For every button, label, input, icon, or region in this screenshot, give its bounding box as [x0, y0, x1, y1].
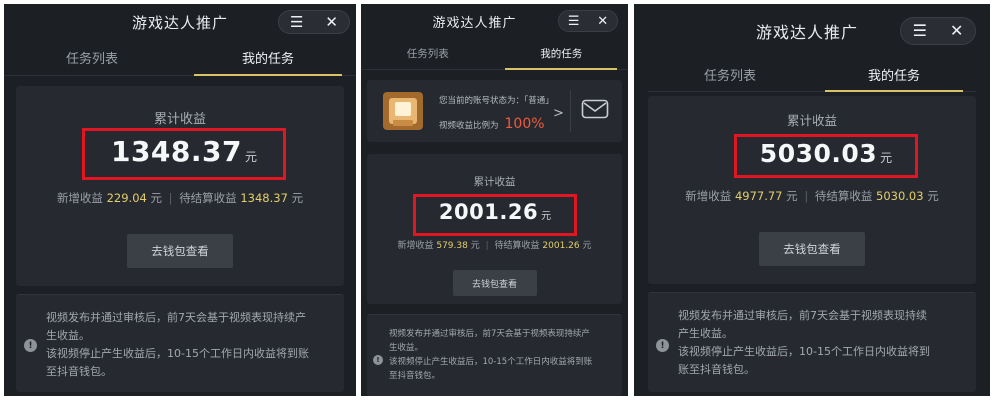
screenshot-panel-3: 游戏达人推广 ☰ ✕ 任务列表 我的任务 累计收益 5030.03 元 新增收益… — [634, 4, 990, 396]
account-status-text: 您当前的账号状态为：「普通」 — [439, 96, 554, 106]
header: 游戏达人推广 ☰ ✕ — [4, 4, 356, 40]
amount-highlight-box: 1348.37 元 — [82, 128, 286, 180]
notice-line: 视频发布并通过审核后，前7天会基于视频表现持续 — [678, 309, 927, 322]
total-amount: 5030.03 — [759, 139, 878, 168]
notice-card: ! 视频发布并通过审核后，前7天会基于视频表现持续产 生收益。 该视频停止产生收… — [16, 294, 344, 392]
earnings-stats: 新增收益 579.38 元 | 待结算收益 2001.26 元 — [367, 238, 622, 251]
trophy-badge-icon — [383, 92, 423, 130]
view-wallet-button[interactable]: 去钱包查看 — [452, 270, 537, 296]
page-title: 游戏达人推广 — [131, 13, 228, 32]
earnings-card: 累计收益 1348.37 元 新增收益 229.04 元 | 待结算收益 134… — [16, 86, 344, 286]
pending-earnings-label: 待结算收益 — [494, 241, 540, 251]
page-title: 游戏达人推广 — [432, 15, 517, 31]
earnings-stats: 新增收益 229.04 元 | 待结算收益 1348.37 元 — [16, 190, 344, 206]
close-icon[interactable]: ✕ — [950, 23, 963, 39]
pending-earnings-value: 5030.03 — [876, 189, 924, 203]
screenshot-panel-1: 游戏达人推广 ☰ ✕ 任务列表 我的任务 累计收益 1348.37 元 新增收益… — [4, 4, 356, 396]
notice-line: 该视频停止产生收益后，10-15个工作日内收益将到账 — [46, 347, 309, 360]
divider: | — [485, 241, 489, 251]
pending-earnings-value: 2001.26 — [542, 241, 580, 251]
notice-card: ! 视频发布并通过审核后，前7天会基于视频表现持续产 生收益。 该视频停止产生收… — [367, 314, 622, 396]
view-wallet-button[interactable]: 去钱包查看 — [759, 232, 865, 266]
account-status-card: 您当前的账号状态为：「普通」 视频收益比例为 100% > — [367, 80, 622, 142]
amount-unit: 元 — [245, 150, 258, 164]
new-earnings-value: 4977.77 — [734, 189, 783, 203]
new-earnings-label: 新增收益 — [397, 241, 434, 251]
earnings-label: 累计收益 — [153, 112, 206, 127]
amount-highlight-box: 2001.26 元 — [413, 194, 577, 236]
tab-my-tasks[interactable]: 我的任务 — [812, 58, 976, 92]
menu-icon[interactable]: ☰ — [290, 14, 303, 30]
notice-line: 视频发布并通过审核后，前7天会基于视频表现持续产 — [46, 311, 306, 324]
tab-task-list[interactable]: 任务列表 — [648, 58, 812, 91]
menu-icon[interactable]: ☰ — [913, 23, 927, 39]
notice-line: 视频发布并通过审核后，前7天会基于视频表现持续产 — [389, 329, 590, 339]
notice-line: 生收益。 — [389, 343, 424, 353]
info-icon: ! — [373, 355, 383, 365]
close-icon[interactable]: ✕ — [597, 15, 608, 28]
tab-bar: 任务列表 我的任务 — [361, 38, 628, 70]
header: 游戏达人推广 ☰ ✕ — [361, 4, 628, 38]
tab-task-list[interactable]: 任务列表 — [4, 40, 180, 75]
notice-line: 至抖音钱包。 — [46, 365, 112, 378]
notice-text: 视频发布并通过审核后，前7天会基于视频表现持续产 生收益。 该视频停止产生收益后… — [389, 327, 616, 383]
new-earnings-unit: 元 — [150, 191, 163, 205]
info-icon: ! — [656, 339, 669, 352]
pending-earnings-unit: 元 — [927, 189, 939, 203]
ratio-value: 100% — [504, 116, 545, 132]
chevron-right-icon[interactable]: > — [553, 106, 564, 121]
mail-icon[interactable] — [581, 99, 609, 119]
page-title: 游戏达人推广 — [755, 23, 858, 42]
ratio-label: 视频收益比例为 — [439, 121, 499, 131]
new-earnings-unit: 元 — [470, 241, 480, 251]
notice-line: 该视频停止产生收益后，10-15个工作日内收益将到账 — [389, 357, 593, 367]
notice-text: 视频发布并通过审核后，前7天会基于视频表现持续产 生收益。 该视频停止产生收益后… — [46, 309, 336, 381]
header-controls: ☰ ✕ — [900, 17, 976, 45]
view-wallet-button[interactable]: 去钱包查看 — [127, 234, 233, 268]
header-controls: ☰ ✕ — [278, 10, 350, 34]
tab-my-tasks[interactable]: 我的任务 — [180, 40, 356, 76]
pending-earnings-value: 1348.37 — [240, 191, 288, 205]
earnings-stats: 新增收益 4977.77 元 | 待结算收益 5030.03 元 — [648, 188, 976, 204]
total-amount: 1348.37 — [110, 135, 242, 168]
screenshot-panel-2: 游戏达人推广 ☰ ✕ 任务列表 我的任务 您当前的账号状态为：「普通」 视频收益… — [361, 4, 628, 396]
pending-earnings-unit: 元 — [291, 191, 304, 205]
notice-line: 账至抖音钱包。 — [678, 363, 755, 376]
total-amount: 2001.26 — [438, 200, 539, 224]
amount-unit: 元 — [541, 211, 552, 222]
revenue-ratio: 视频收益比例为 100% — [439, 116, 545, 132]
new-earnings-label: 新增收益 — [685, 189, 732, 203]
new-earnings-label: 新增收益 — [56, 191, 103, 205]
amount-unit: 元 — [880, 151, 893, 165]
notice-line: 产生收益。 — [678, 327, 733, 340]
info-icon: ! — [24, 339, 37, 352]
amount-highlight-box: 5030.03 元 — [734, 134, 918, 178]
notice-text: 视频发布并通过审核后，前7天会基于视频表现持续 产生收益。 该视频停止产生收益后… — [678, 307, 968, 379]
earnings-card: 累计收益 2001.26 元 新增收益 579.38 元 | 待结算收益 200… — [367, 154, 622, 304]
notice-line: 生收益。 — [46, 329, 90, 342]
header-controls: ☰ ✕ — [558, 10, 618, 32]
new-earnings-value: 229.04 — [106, 191, 147, 205]
tab-bar: 任务列表 我的任务 — [4, 40, 356, 76]
notice-line: 至抖音钱包。 — [389, 371, 441, 381]
new-earnings-unit: 元 — [786, 189, 798, 203]
pending-earnings-unit: 元 — [582, 241, 592, 251]
close-icon[interactable]: ✕ — [325, 14, 338, 30]
notice-line: 该视频停止产生收益后，10-15个工作日内收益将到 — [678, 345, 930, 358]
divider — [570, 90, 571, 132]
tab-bar: 任务列表 我的任务 — [648, 58, 976, 92]
new-earnings-value: 579.38 — [436, 241, 468, 251]
pending-earnings-label: 待结算收益 — [814, 189, 873, 203]
earnings-label: 累计收益 — [786, 113, 837, 128]
tab-my-tasks[interactable]: 我的任务 — [495, 38, 629, 70]
tab-task-list[interactable]: 任务列表 — [361, 38, 495, 69]
menu-icon[interactable]: ☰ — [568, 15, 580, 28]
divider: | — [804, 189, 809, 203]
divider: | — [168, 191, 173, 205]
earnings-card: 累计收益 5030.03 元 新增收益 4977.77 元 | 待结算收益 50… — [648, 96, 976, 284]
earnings-label: 累计收益 — [473, 176, 516, 188]
notice-card: ! 视频发布并通过审核后，前7天会基于视频表现持续 产生收益。 该视频停止产生收… — [648, 292, 976, 392]
header: 游戏达人推广 ☰ ✕ — [634, 4, 990, 58]
pending-earnings-label: 待结算收益 — [179, 191, 237, 205]
